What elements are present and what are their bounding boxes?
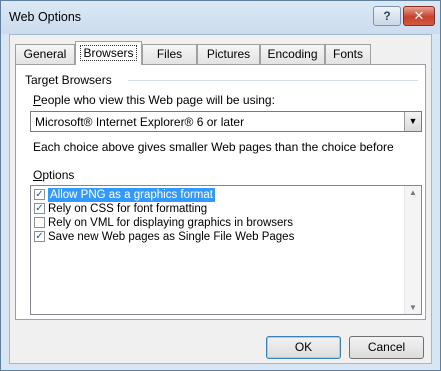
list-item[interactable]: ✓ Allow PNG as a graphics format [33,188,403,202]
browsers-panel: Target Browsers People who view this Web… [15,64,426,320]
tab-browsers[interactable]: Browsers [75,41,142,65]
checkbox-checked[interactable]: ✓ [34,203,45,214]
browser-version-value: Microsoft® Internet Explorer® 6 or later [35,115,245,129]
tab-pictures[interactable]: Pictures [197,44,260,64]
options-heading: Options [33,168,75,182]
browser-version-select[interactable]: Microsoft® Internet Explorer® 6 or later… [30,111,422,132]
group-divider [128,80,418,81]
tab-general[interactable]: General [15,44,75,64]
dialog-client: General Browsers Files Pictures Encoding… [9,34,432,364]
options-list[interactable]: ✓ Allow PNG as a graphics format ✓ Rely … [30,185,422,315]
title-bar[interactable]: Web Options ? ✕ [1,1,440,34]
chevron-down-icon[interactable]: ▼ [404,112,421,131]
web-options-dialog: Web Options ? ✕ General Browsers Files P… [0,0,441,371]
ok-button[interactable]: OK [266,336,341,359]
list-item[interactable]: ✓ Save new Web pages as Single File Web … [33,230,403,244]
help-icon[interactable]: ? [373,6,401,26]
close-icon[interactable]: ✕ [403,6,435,26]
list-item[interactable]: ✓ Rely on CSS for font formatting [33,202,403,216]
browsers-hint: Each choice above gives smaller Web page… [33,140,394,154]
checkbox-checked[interactable]: ✓ [34,189,45,200]
scroll-up-icon[interactable]: ▲ [405,188,421,197]
checkbox-unchecked[interactable] [34,217,45,228]
tab-files[interactable]: Files [142,44,197,64]
dialog-title: Web Options [9,10,82,24]
tab-encoding[interactable]: Encoding [260,44,325,64]
browsers-prompt: People who view this Web page will be us… [33,93,275,107]
cancel-button[interactable]: Cancel [349,336,424,359]
tab-fonts[interactable]: Fonts [325,44,371,64]
target-browsers-heading: Target Browsers [25,73,112,87]
checkbox-checked[interactable]: ✓ [34,231,45,242]
options-scrollbar[interactable]: ▲ ▼ [404,186,421,314]
scroll-down-icon[interactable]: ▼ [405,303,421,312]
list-item[interactable]: Rely on VML for displaying graphics in b… [33,216,403,230]
